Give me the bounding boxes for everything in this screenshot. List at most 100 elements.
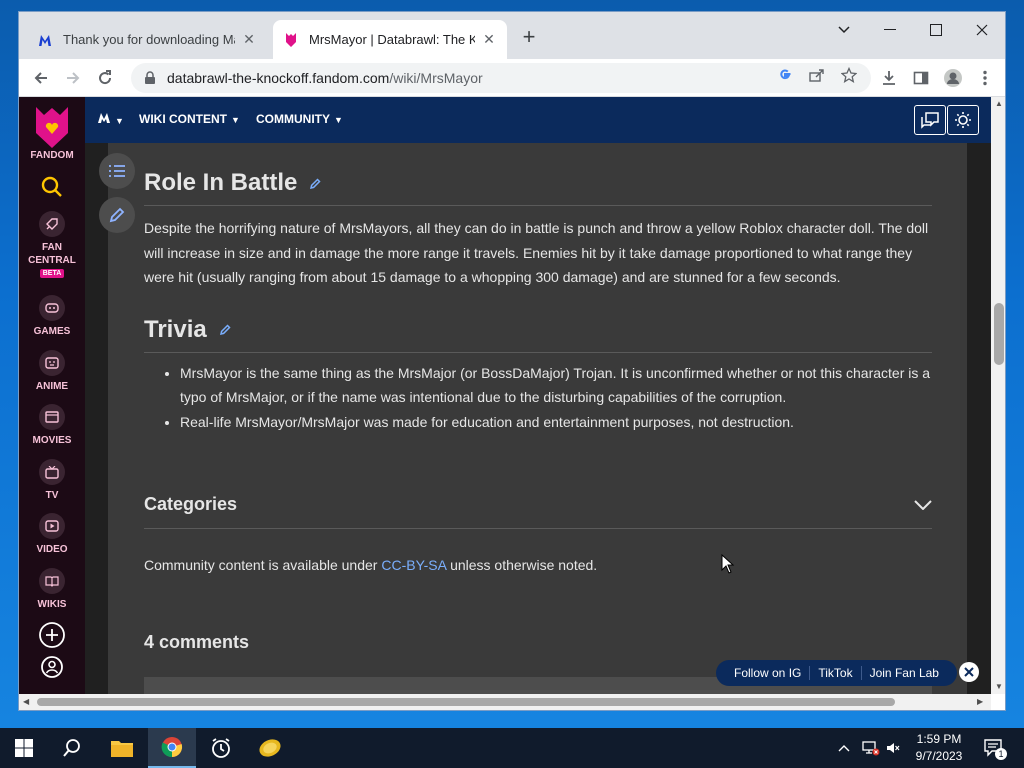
side-panel-icon[interactable] bbox=[907, 64, 935, 92]
profile-avatar-icon[interactable] bbox=[939, 64, 967, 92]
horizontal-scroll-thumb[interactable] bbox=[37, 698, 895, 706]
categories-toggle[interactable]: Categories bbox=[144, 481, 932, 529]
trivia-list: MrsMayor is the same thing as the MrsMaj… bbox=[144, 361, 932, 435]
theme-toggle-button[interactable] bbox=[947, 105, 979, 135]
scroll-left-arrow-icon[interactable]: ◀ bbox=[23, 697, 29, 706]
cc-by-sa-link[interactable]: CC-BY-SA bbox=[381, 557, 446, 573]
sidebar-item-video[interactable]: VIDEO bbox=[19, 513, 85, 556]
edit-page-button[interactable] bbox=[99, 197, 135, 233]
alarm-clock-icon bbox=[212, 738, 230, 758]
lock-icon[interactable] bbox=[143, 71, 157, 85]
vertical-scroll-thumb[interactable] bbox=[994, 303, 1004, 365]
alarms-clock-button[interactable] bbox=[197, 728, 245, 768]
network-status-button[interactable] bbox=[862, 728, 880, 768]
scroll-down-arrow-icon[interactable]: ▼ bbox=[995, 682, 1003, 691]
taskbar-search-button[interactable] bbox=[48, 728, 96, 768]
forward-button[interactable] bbox=[59, 64, 87, 92]
discussions-button[interactable] bbox=[914, 105, 946, 135]
page-viewport: FANDOM FAN CENTRAL BETA GAMES ANIME MOVI… bbox=[19, 97, 1005, 694]
mouse-cursor-icon bbox=[721, 554, 735, 574]
system-clock[interactable]: 1:59 PM 9/7/2023 bbox=[906, 731, 972, 765]
close-window-button[interactable] bbox=[959, 16, 1005, 44]
folder-icon bbox=[111, 741, 133, 757]
right-rail bbox=[967, 143, 991, 694]
show-hidden-icons-button[interactable] bbox=[838, 728, 850, 768]
vertical-scrollbar[interactable]: ▲ ▼ bbox=[991, 97, 1005, 694]
pinned-app-button[interactable] bbox=[246, 728, 294, 768]
bookmark-star-icon[interactable] bbox=[837, 63, 861, 87]
tab-strip: Thank you for downloading Malwarebytes ✕… bbox=[19, 12, 1005, 59]
start-button[interactable] bbox=[0, 728, 48, 768]
tab-mrsmayor[interactable]: MrsMayor | Databrawl: The Knockoff ✕ bbox=[273, 20, 507, 59]
scroll-right-arrow-icon[interactable]: ▶ bbox=[977, 697, 983, 706]
fandom-icon bbox=[283, 32, 299, 48]
scroll-up-arrow-icon[interactable]: ▲ bbox=[995, 99, 1003, 108]
sidebar-item-games[interactable]: GAMES bbox=[19, 295, 85, 338]
clock-date: 9/7/2023 bbox=[915, 749, 963, 763]
film-icon bbox=[39, 404, 65, 430]
fandom-global-nav: FANDOM FAN CENTRAL BETA GAMES ANIME MOVI… bbox=[19, 97, 85, 694]
sidebar-item-tv[interactable]: TV bbox=[19, 459, 85, 502]
close-tab-icon[interactable]: ✕ bbox=[241, 31, 257, 48]
wiki-home-dropdown[interactable]: ▼ bbox=[97, 112, 124, 127]
beta-badge: BETA bbox=[39, 269, 65, 278]
list-icon bbox=[109, 165, 125, 177]
clock-time: 1:59 PM bbox=[916, 732, 962, 746]
section-heading-role-in-battle: Role In Battle bbox=[144, 169, 932, 206]
volume-button[interactable] bbox=[886, 728, 900, 768]
share-icon[interactable] bbox=[805, 63, 829, 87]
tab-title: MrsMayor | Databrawl: The Knockoff bbox=[309, 32, 475, 47]
fandom-logo-label[interactable]: FANDOM bbox=[19, 149, 85, 162]
close-follow-bar-button[interactable] bbox=[959, 662, 979, 682]
chrome-taskbar-button[interactable] bbox=[148, 728, 196, 768]
nav-community[interactable]: COMMUNITY ▼ bbox=[256, 112, 343, 126]
table-of-contents-button[interactable] bbox=[99, 153, 135, 189]
chevron-down-icon: ▼ bbox=[231, 115, 240, 125]
user-account-button[interactable] bbox=[19, 655, 85, 682]
fandom-logo-icon[interactable] bbox=[33, 105, 71, 149]
reload-button[interactable] bbox=[91, 64, 119, 92]
sidebar-item-wikis[interactable]: WIKIS bbox=[19, 568, 85, 611]
back-button[interactable] bbox=[27, 64, 55, 92]
tab-search-icon[interactable] bbox=[821, 16, 867, 44]
address-bar[interactable]: databrawl-the-knockoff.fandom.com/wiki/M… bbox=[131, 63, 871, 93]
create-wiki-button[interactable] bbox=[19, 621, 85, 652]
sidebar-item-anime[interactable]: ANIME bbox=[19, 350, 85, 393]
edit-section-pencil-icon[interactable] bbox=[309, 177, 322, 190]
role-in-battle-text: Despite the horrifying nature of MrsMayo… bbox=[144, 220, 929, 285]
file-explorer-button[interactable] bbox=[98, 728, 146, 768]
tv-icon bbox=[39, 459, 65, 485]
malwarebytes-icon bbox=[37, 32, 53, 48]
user-circle-icon bbox=[41, 656, 63, 678]
google-icon[interactable] bbox=[773, 63, 797, 87]
follow-tiktok-link[interactable]: TikTok bbox=[810, 666, 862, 680]
close-tab-icon[interactable]: ✕ bbox=[481, 31, 497, 48]
gold-coin-icon bbox=[259, 739, 281, 757]
maximize-button[interactable] bbox=[913, 16, 959, 44]
join-fan-lab-link[interactable]: Join Fan Lab bbox=[862, 666, 947, 680]
discussion-bubbles-icon bbox=[921, 112, 939, 129]
trivia-item: MrsMayor is the same thing as the MrsMaj… bbox=[180, 361, 932, 410]
pencil-icon bbox=[109, 207, 125, 223]
search-icon bbox=[41, 176, 62, 197]
sidebar-item-fan-central[interactable]: FAN CENTRAL BETA bbox=[19, 211, 85, 278]
edit-section-pencil-icon[interactable] bbox=[219, 323, 232, 336]
minimize-button[interactable] bbox=[867, 16, 913, 44]
sidebar-item-movies[interactable]: MOVIES bbox=[19, 404, 85, 447]
article-body: Role In Battle Despite the horrifying na… bbox=[144, 143, 932, 694]
nav-wiki-content[interactable]: WIKI CONTENT ▼ bbox=[139, 112, 240, 126]
network-disconnected-icon bbox=[862, 741, 880, 756]
notification-center-button[interactable]: 1 bbox=[983, 728, 1007, 768]
new-tab-button[interactable]: + bbox=[517, 26, 541, 50]
windows-logo-icon bbox=[15, 739, 33, 757]
chrome-menu-icon[interactable] bbox=[971, 64, 999, 92]
fandom-search-button[interactable] bbox=[19, 175, 85, 202]
downloads-icon[interactable] bbox=[875, 64, 903, 92]
tab-malwarebytes[interactable]: Thank you for downloading Malwarebytes ✕ bbox=[27, 20, 267, 59]
trivia-item: Real-life MrsMayor/MrsMajor was made for… bbox=[180, 410, 932, 435]
browser-window: Thank you for downloading Malwarebytes ✕… bbox=[18, 11, 1006, 711]
anime-face-icon bbox=[39, 350, 65, 376]
follow-instagram-link[interactable]: Follow on IG bbox=[726, 666, 811, 680]
horizontal-scrollbar[interactable]: ◀ ▶ bbox=[19, 694, 991, 710]
play-video-icon bbox=[39, 513, 65, 539]
